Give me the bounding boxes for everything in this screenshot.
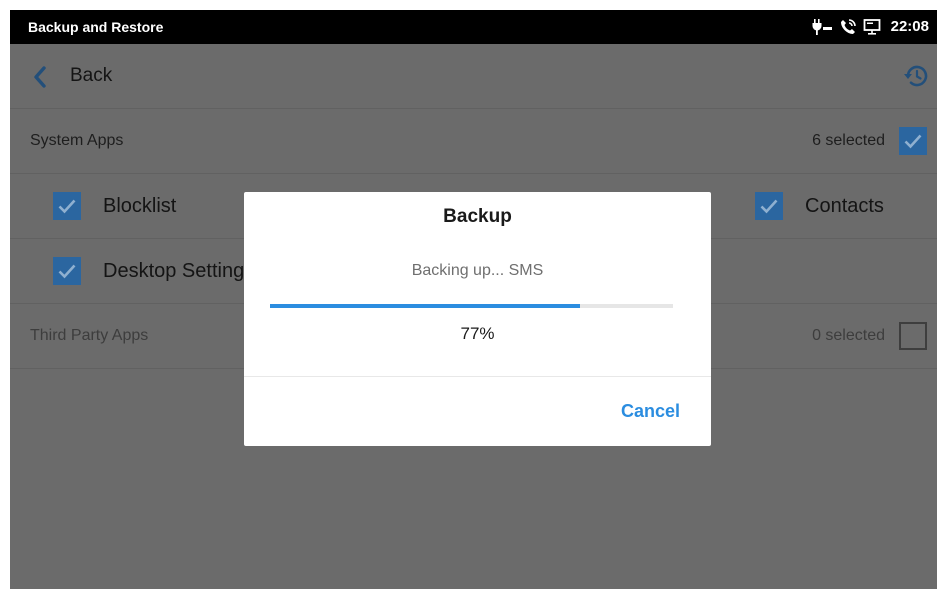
third-party-apps-label: Third Party Apps bbox=[30, 327, 149, 344]
blocklist-checkbox[interactable] bbox=[53, 192, 81, 220]
status-bar: Backup and Restore 22:08 bbox=[10, 10, 937, 44]
poe-power-icon bbox=[811, 18, 833, 36]
dialog-message: Backing up... SMS bbox=[411, 262, 544, 279]
app-item-contacts[interactable]: Contacts bbox=[755, 174, 884, 238]
backup-dialog: Backup Backing up... SMS 77% Cancel bbox=[244, 192, 711, 446]
chevron-left-icon[interactable] bbox=[32, 66, 48, 93]
status-clock: 22:08 bbox=[890, 18, 929, 35]
contacts-checkbox[interactable] bbox=[755, 192, 783, 220]
desktop-settings-label: Desktop Settings bbox=[103, 259, 255, 282]
dialog-title: Backup bbox=[443, 206, 512, 227]
third-party-apps-count: 0 selected bbox=[812, 327, 885, 344]
history-icon[interactable] bbox=[903, 64, 929, 93]
system-apps-checkbox[interactable] bbox=[899, 127, 927, 155]
system-apps-count: 6 selected bbox=[812, 132, 885, 149]
back-button[interactable]: Back bbox=[70, 65, 112, 87]
dialog-divider bbox=[244, 376, 711, 377]
progress-percent: 77% bbox=[460, 324, 495, 343]
phone-call-icon bbox=[839, 18, 857, 36]
status-icons bbox=[811, 17, 881, 37]
cancel-button[interactable]: Cancel bbox=[621, 401, 680, 422]
system-apps-header[interactable]: System Apps 6 selected bbox=[10, 109, 937, 174]
app-item-blocklist[interactable]: Blocklist bbox=[53, 174, 176, 238]
progress-bar bbox=[270, 304, 673, 308]
desktop-settings-checkbox[interactable] bbox=[53, 257, 81, 285]
blocklist-label: Blocklist bbox=[103, 194, 177, 217]
third-party-apps-checkbox[interactable] bbox=[899, 322, 927, 350]
app-title: Backup and Restore bbox=[28, 19, 164, 35]
nav-bar: Back bbox=[10, 44, 937, 109]
app-item-desktop-settings[interactable]: Desktop Settings bbox=[53, 239, 254, 303]
progress-fill bbox=[270, 304, 581, 308]
monitor-icon bbox=[863, 18, 881, 36]
system-apps-label: System Apps bbox=[30, 132, 124, 149]
contacts-label: Contacts bbox=[805, 194, 884, 217]
android-screen: Backup and Restore 22:08 Back System App… bbox=[10, 10, 937, 589]
